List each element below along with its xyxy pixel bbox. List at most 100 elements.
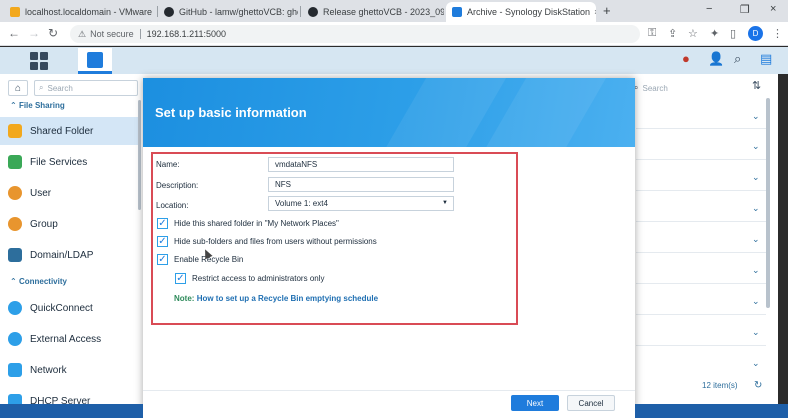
- key-icon[interactable]: ⚿: [648, 27, 656, 40]
- next-button[interactable]: Next: [511, 395, 559, 411]
- home-button[interactable]: ⌂: [8, 80, 28, 96]
- recycle-bin-schedule-link[interactable]: How to set up a Recycle Bin emptying sch…: [197, 294, 378, 303]
- hide-folder-checkbox[interactable]: ✓: [157, 218, 168, 229]
- close-window-button[interactable]: ×: [770, 3, 776, 15]
- divider: [139, 29, 141, 39]
- check-icon: ✓: [158, 253, 167, 265]
- tab-release-ghettovcb[interactable]: Release ghettoVCB - 2023_09_2 ×: [302, 2, 444, 22]
- back-button[interactable]: ←: [8, 26, 20, 40]
- name-label: Name:: [156, 160, 180, 169]
- list-scrollbar[interactable]: [766, 98, 770, 308]
- forward-button[interactable]: →: [28, 26, 40, 40]
- sidebar-search-input[interactable]: ⌕ Search: [34, 80, 138, 96]
- sidebar-item-domain-ldap[interactable]: Domain/LDAP: [8, 241, 138, 269]
- minimize-button[interactable]: −: [706, 3, 712, 15]
- search-icon: ⌕: [39, 83, 44, 92]
- sort-icon[interactable]: ⇅: [752, 79, 761, 92]
- extensions-icon[interactable]: ✦: [710, 27, 719, 40]
- chevron-down-icon[interactable]: ⌄: [752, 111, 760, 122]
- sidebar-item-file-services[interactable]: File Services: [8, 148, 138, 176]
- chevron-down-icon[interactable]: ⌄: [752, 203, 760, 214]
- address-bar[interactable]: ⚠ Not secure 192.168.1.211:5000: [70, 25, 640, 43]
- refresh-icon[interactable]: ↻: [754, 380, 762, 391]
- sidebar-scrollbar[interactable]: [138, 100, 141, 210]
- os-taskbar: [635, 404, 788, 418]
- reload-button[interactable]: ↻: [48, 26, 58, 40]
- folder-icon: [8, 124, 22, 138]
- section-file-sharing[interactable]: ⌃ File Sharing: [10, 101, 65, 110]
- location-select[interactable]: Volume 1: ext4 ▼: [268, 196, 454, 211]
- section-label: Connectivity: [18, 277, 67, 286]
- list-search-input[interactable]: ⌕ Search: [634, 80, 740, 96]
- browser-tab-strip: localhost.localdomain - VMware × GitHub …: [0, 0, 788, 22]
- sidebar-item-user[interactable]: User: [8, 179, 138, 207]
- chevron-down-icon[interactable]: ⌄: [752, 234, 760, 245]
- chevron-down-icon[interactable]: ⌄: [752, 327, 760, 338]
- cancel-button[interactable]: Cancel: [567, 395, 615, 411]
- section-connectivity[interactable]: ⌃ Connectivity: [10, 277, 67, 286]
- user-icon[interactable]: 👤: [708, 51, 724, 67]
- hide-subfolders-checkbox[interactable]: ✓: [157, 236, 168, 247]
- sidebar-item-label: Domain/LDAP: [30, 249, 94, 261]
- tab-synology-archive[interactable]: Archive - Synology DiskStation ×: [446, 2, 596, 22]
- sidebar-item-label: Shared Folder: [30, 125, 94, 137]
- quickconnect-icon: [8, 301, 22, 315]
- sidebar-item-group[interactable]: Group: [8, 210, 138, 238]
- sidebar-item-shared-folder[interactable]: Shared Folder: [0, 117, 138, 145]
- dsm-taskbar: [0, 47, 788, 74]
- row-divider: [636, 221, 766, 222]
- restrict-admin-label: Restrict access to administrators only: [192, 274, 325, 283]
- sidepanel-icon[interactable]: ▯: [730, 27, 736, 40]
- items-count: 12 item(s): [702, 381, 738, 390]
- sidebar-item-label: User: [30, 187, 52, 199]
- name-field[interactable]: vmdataNFS: [268, 157, 454, 172]
- new-tab-button[interactable]: +: [603, 3, 611, 18]
- tab-vmware[interactable]: localhost.localdomain - VMware ×: [4, 2, 156, 22]
- restrict-admin-checkbox[interactable]: ✓: [175, 273, 186, 284]
- notifications-icon[interactable]: ●: [682, 51, 690, 66]
- sidebar-item-network[interactable]: Network: [8, 356, 138, 384]
- dialog-title: Set up basic information: [155, 105, 307, 120]
- widgets-icon[interactable]: ▤: [760, 51, 772, 67]
- restore-button[interactable]: ❐: [740, 3, 750, 16]
- chevron-down-icon[interactable]: ⌄: [752, 265, 760, 276]
- row-divider: [636, 345, 766, 346]
- description-field[interactable]: NFS: [268, 177, 454, 192]
- enable-recycle-bin-checkbox[interactable]: ✓: [157, 254, 168, 265]
- home-icon: ⌂: [14, 82, 22, 94]
- profile-avatar[interactable]: D: [748, 26, 763, 41]
- close-icon[interactable]: ×: [590, 7, 596, 17]
- check-icon: ✓: [158, 217, 167, 229]
- row-divider: [636, 283, 766, 284]
- control-panel-icon: [87, 52, 103, 68]
- tab-github-ghettovcb[interactable]: GitHub - lamw/ghettoVCB: ghet ×: [158, 2, 298, 22]
- chevron-down-icon[interactable]: ⌄: [752, 172, 760, 183]
- file-services-icon: [8, 155, 22, 169]
- share-icon[interactable]: ⇪: [668, 27, 677, 40]
- search-placeholder: Search: [642, 83, 668, 93]
- main-menu-icon[interactable]: [30, 52, 48, 70]
- chevron-down-icon[interactable]: ⌄: [752, 296, 760, 307]
- location-value: Volume 1: ext4: [275, 199, 328, 208]
- search-icon[interactable]: ⌕: [734, 51, 741, 67]
- chevron-down-icon[interactable]: ⌄: [752, 141, 760, 152]
- menu-icon[interactable]: ⋮: [772, 27, 783, 40]
- chevron-down-icon[interactable]: ⌄: [752, 358, 760, 369]
- sidebar-item-external-access[interactable]: External Access: [8, 325, 138, 353]
- description-value: NFS: [275, 180, 291, 189]
- network-icon: [8, 363, 22, 377]
- hide-subfolders-label: Hide sub-folders and files from users wi…: [174, 237, 377, 246]
- address-toolbar: ← → ↻ ⚠ Not secure 192.168.1.211:5000 ⚿ …: [0, 22, 788, 46]
- row-divider: [636, 190, 766, 191]
- close-icon[interactable]: ×: [152, 7, 156, 17]
- url-text: 192.168.1.211:5000: [146, 29, 227, 39]
- recycle-bin-note: Note: How to set up a Recycle Bin emptyi…: [174, 294, 378, 303]
- tab-title: Archive - Synology DiskStation: [467, 7, 591, 17]
- tab-divider: [300, 6, 301, 17]
- control-panel-taskbar-button[interactable]: [78, 48, 112, 74]
- star-icon[interactable]: ☆: [688, 27, 698, 40]
- os-taskbar: [0, 404, 143, 418]
- search-placeholder: Search: [47, 83, 73, 93]
- sidebar-item-quickconnect[interactable]: QuickConnect: [8, 294, 138, 322]
- check-icon: ✓: [176, 272, 185, 284]
